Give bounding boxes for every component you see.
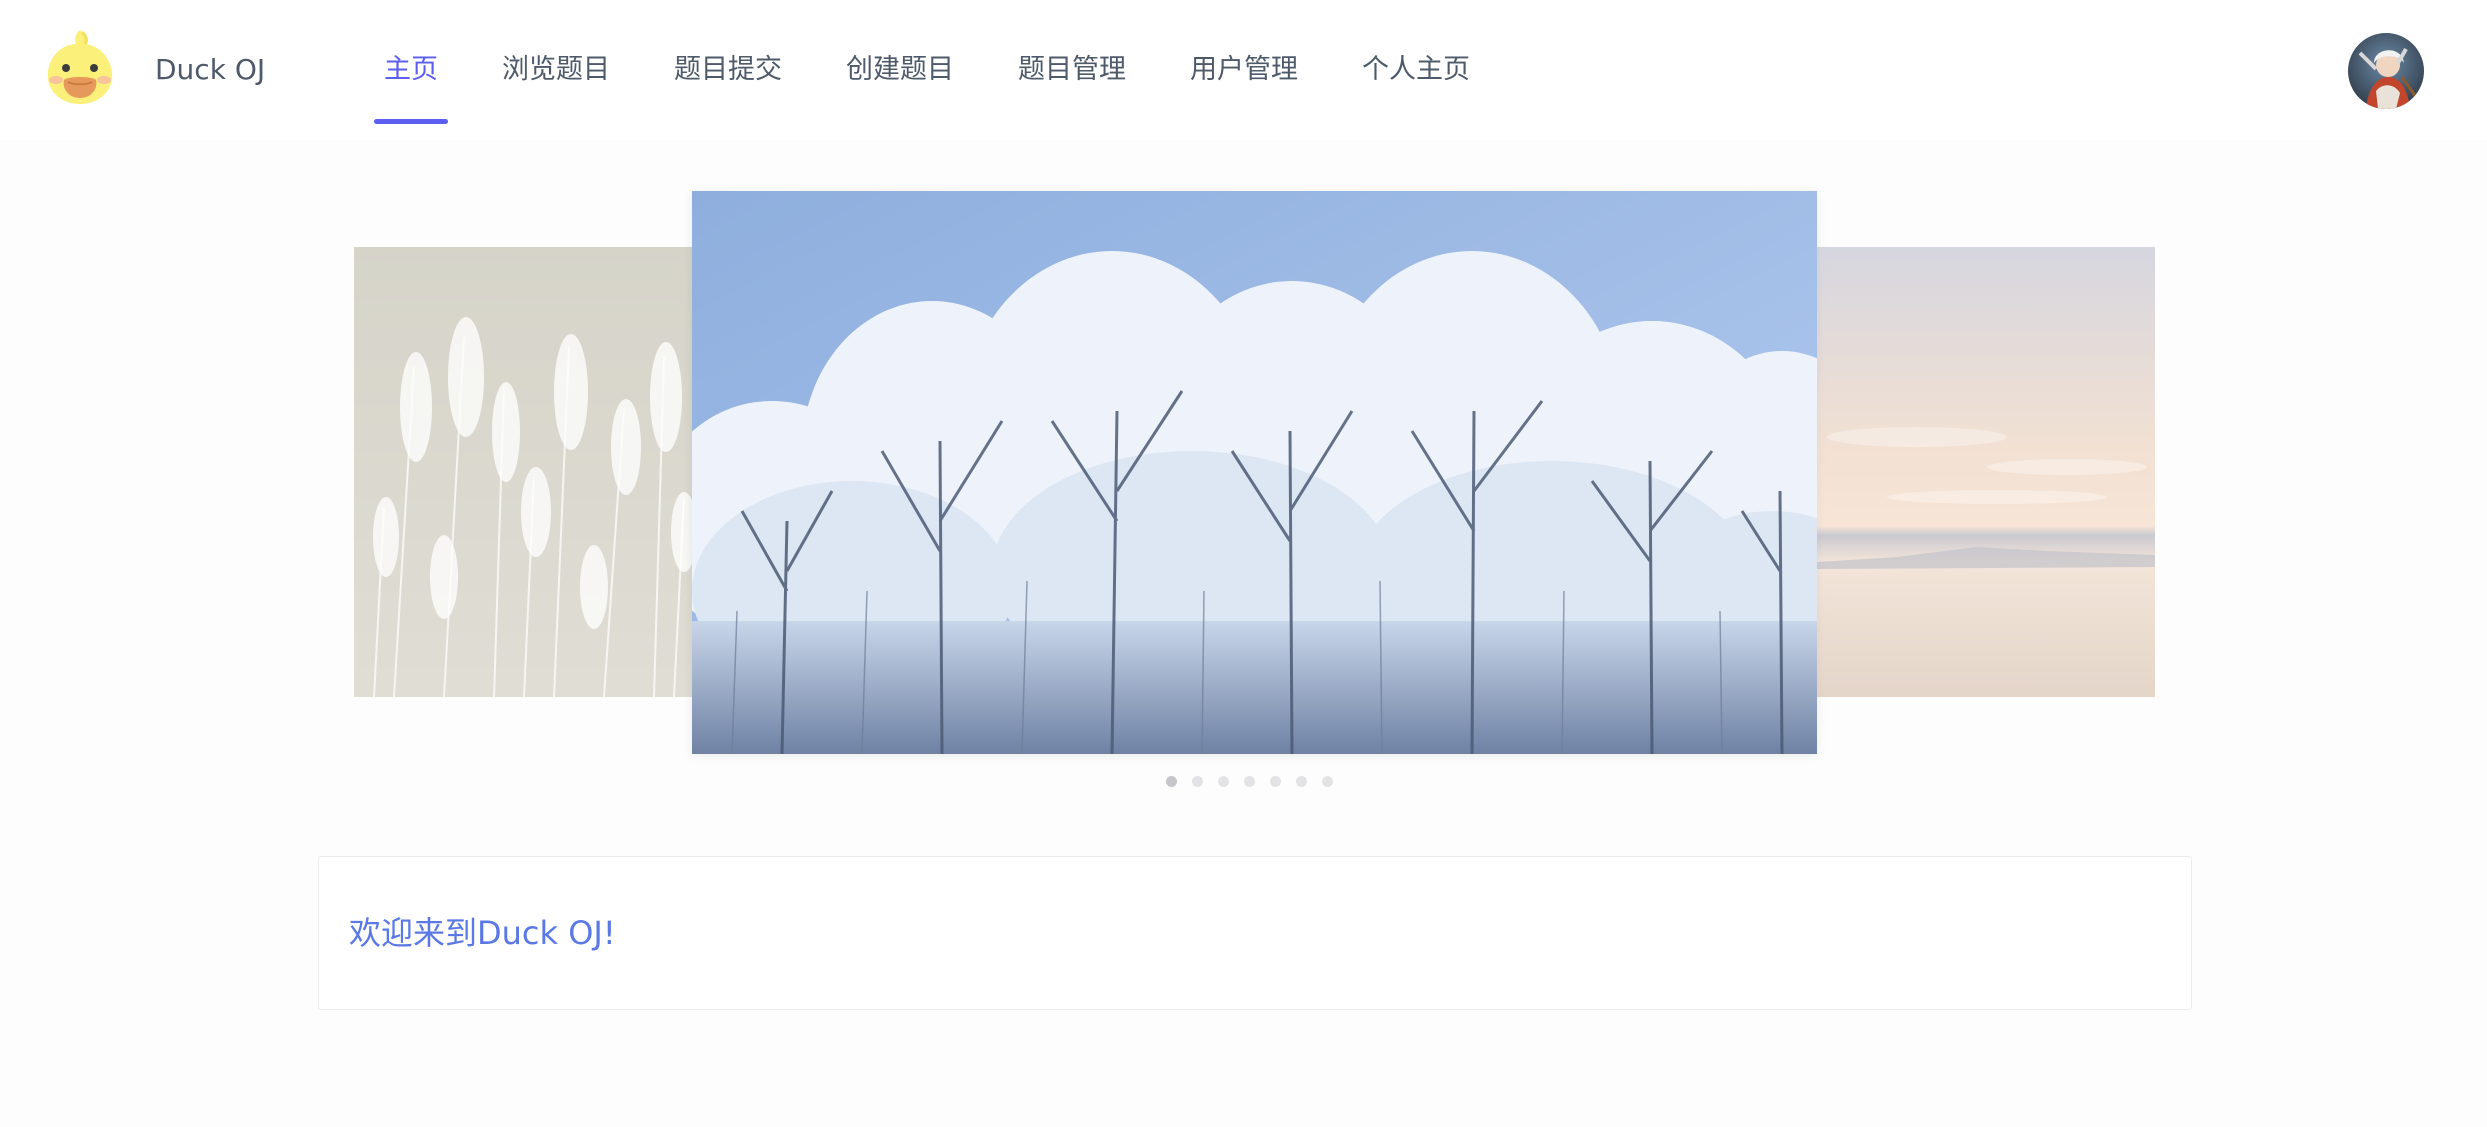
nav-item-manage-questions[interactable]: 题目管理 xyxy=(986,0,1158,140)
carousel-dot[interactable] xyxy=(1192,776,1203,787)
nav-item-label: 题目提交 xyxy=(674,54,782,85)
carousel-dot[interactable] xyxy=(1244,776,1255,787)
top-navbar: Duck OJ 主页 浏览题目 题目提交 创建题目 题目管理 用户管理 个人主页 xyxy=(0,0,2487,140)
nav-item-home[interactable]: 主页 xyxy=(352,0,470,140)
carousel-dot[interactable] xyxy=(1322,776,1333,787)
nav-item-label: 创建题目 xyxy=(846,54,954,85)
welcome-message: 欢迎来到Duck OJ! xyxy=(349,914,616,952)
duck-logo-icon[interactable] xyxy=(38,28,122,108)
welcome-card: 欢迎来到Duck OJ! xyxy=(318,856,2192,1010)
active-indicator xyxy=(374,119,448,124)
carousel-slide-next[interactable] xyxy=(1817,247,2155,697)
carousel-indicator xyxy=(1166,776,1333,787)
nav-item-label: 题目管理 xyxy=(1018,54,1126,85)
nav-item-profile[interactable]: 个人主页 xyxy=(1330,0,1502,140)
user-avatar[interactable] xyxy=(2348,33,2424,109)
nav-item-browse-questions[interactable]: 浏览题目 xyxy=(470,0,642,140)
nav-item-label: 个人主页 xyxy=(1362,54,1470,85)
carousel-dot[interactable] xyxy=(1166,776,1177,787)
brand-name[interactable]: Duck OJ xyxy=(155,52,265,88)
nav-item-label: 用户管理 xyxy=(1190,54,1298,85)
carousel-slide-current[interactable] xyxy=(692,191,1817,754)
carousel-dot[interactable] xyxy=(1270,776,1281,787)
carousel-dot[interactable] xyxy=(1218,776,1229,787)
main-menu: 主页 浏览题目 题目提交 创建题目 题目管理 用户管理 个人主页 xyxy=(352,0,1502,140)
carousel-dot[interactable] xyxy=(1296,776,1307,787)
carousel-slide-previous[interactable] xyxy=(354,247,692,697)
nav-item-label: 浏览题目 xyxy=(502,54,610,85)
nav-item-question-submissions[interactable]: 题目提交 xyxy=(642,0,814,140)
nav-item-manage-users[interactable]: 用户管理 xyxy=(1158,0,1330,140)
nav-item-create-question[interactable]: 创建题目 xyxy=(814,0,986,140)
nav-item-label: 主页 xyxy=(384,54,438,85)
